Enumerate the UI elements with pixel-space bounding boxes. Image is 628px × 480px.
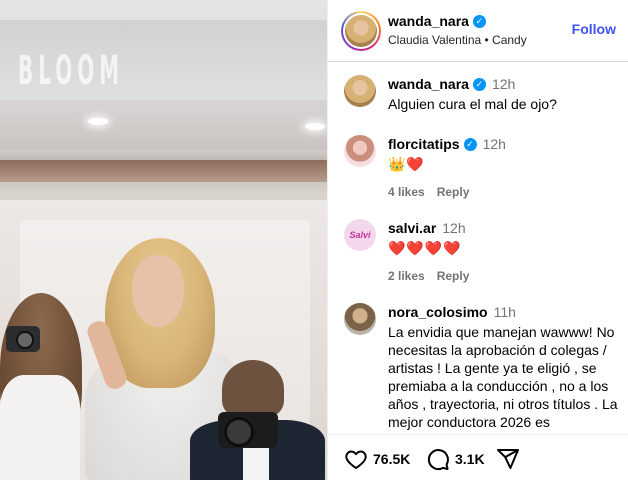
comment-list[interactable]: wanda_nara ✓ 12h Alguien cura el mal de … [328, 63, 628, 433]
comment-time: 12h [442, 220, 466, 236]
comment-time: 12h [482, 136, 506, 152]
reply-button[interactable]: Reply [437, 183, 470, 201]
comment-text: ❤️❤️❤️❤️ [388, 240, 462, 256]
post-actions-bar: 76.5K 3.1K [328, 434, 628, 480]
comment-avatar[interactable] [344, 75, 376, 107]
heart-icon[interactable] [344, 447, 368, 471]
salvi-logo-text: Salvi [349, 230, 371, 240]
wood-beam [0, 160, 327, 182]
camera-icon [6, 326, 40, 352]
like-stat: 76.5K [344, 447, 410, 471]
comment-time: 11h [493, 304, 516, 320]
comment-actions: 4 likes Reply [388, 183, 618, 201]
comments-count[interactable]: 3.1K [455, 451, 485, 467]
share-stat [496, 447, 520, 471]
comment-likes[interactable]: 4 likes [388, 183, 425, 201]
boy-hair [222, 360, 284, 418]
follow-button[interactable]: Follow [572, 21, 616, 37]
comment-username[interactable]: salvi.ar [388, 219, 436, 237]
ceiling-light [305, 123, 325, 130]
comment-text: La envidia que manejan wawww! No necesit… [388, 324, 618, 430]
comment-avatar[interactable] [344, 303, 376, 335]
author-username-row: wanda_nara ✓ [388, 13, 486, 29]
comment-avatar[interactable]: Salvi [344, 219, 376, 251]
comment-likes[interactable]: 2 likes [388, 267, 425, 285]
likes-count[interactable]: 76.5K [373, 451, 410, 467]
comment-username[interactable]: wanda_nara [388, 75, 469, 93]
verified-icon: ✓ [472, 77, 486, 91]
comment-username[interactable]: florcitatips [388, 135, 460, 153]
girl-body [0, 375, 80, 480]
comment-stat: 3.1K [426, 447, 485, 471]
woman-face [132, 255, 184, 327]
comments-panel: wanda_nara ✓ Claudia Valentina • Candy F… [327, 0, 628, 480]
comment-time: 12h [491, 76, 516, 92]
music-info[interactable]: Claudia Valentina • Candy [388, 33, 527, 47]
author-username[interactable]: wanda_nara [388, 13, 469, 29]
store-sign-letters: BLOOM [18, 48, 125, 94]
comment-text: 👑❤️ [388, 156, 425, 172]
comment-avatar[interactable] [344, 135, 376, 167]
comment-text: Alguien cura el mal de ojo? [388, 96, 557, 112]
ceiling-light [88, 118, 108, 125]
verified-icon: ✓ [463, 137, 477, 151]
post-photo[interactable]: BLOOM [0, 0, 327, 480]
comment-icon[interactable] [426, 447, 450, 471]
author-avatar-image [345, 15, 377, 47]
comment-actions: 2 likes Reply [388, 267, 618, 285]
verified-icon: ✓ [472, 14, 486, 28]
reply-button[interactable]: Reply [437, 267, 470, 285]
post-header: wanda_nara ✓ Claudia Valentina • Candy F… [328, 0, 628, 62]
author-avatar[interactable] [341, 11, 381, 51]
camera-icon [218, 412, 278, 448]
comment-username[interactable]: nora_colosimo [388, 303, 488, 321]
share-icon[interactable] [496, 447, 520, 471]
